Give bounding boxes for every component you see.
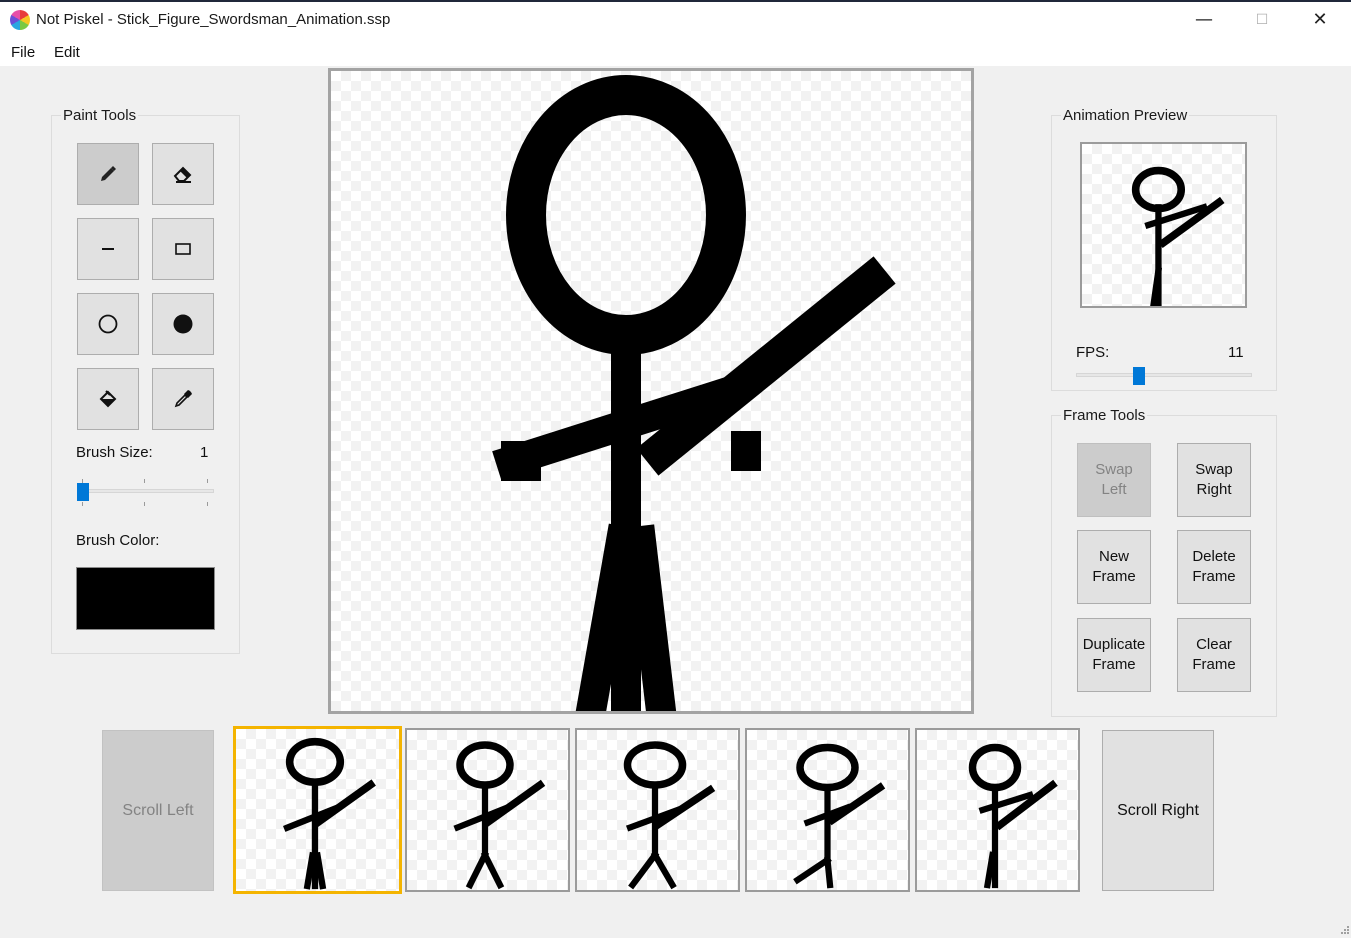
new-frame-button[interactable]: New Frame [1077, 530, 1151, 604]
frame-3-drawing [623, 741, 716, 890]
eyedropper-tool-button[interactable] [152, 368, 214, 430]
duplicate-frame-label: Duplicate Frame [1082, 636, 1146, 673]
minimize-button[interactable]: — [1175, 0, 1233, 40]
menu-edit[interactable]: Edit [54, 44, 80, 61]
scroll-right-button[interactable]: Scroll Right [1102, 730, 1214, 891]
slider-tick [82, 502, 83, 506]
paint-tools-label: Paint Tools [61, 107, 139, 124]
animation-preview-label: Animation Preview [1061, 107, 1190, 124]
frame-thumbnail-3[interactable] [575, 728, 740, 892]
brush-size-label: Brush Size: [76, 444, 153, 461]
fps-label: FPS: [1076, 344, 1110, 361]
menu-bar [0, 40, 1351, 66]
swap-right-button[interactable]: Swap Right [1177, 443, 1251, 517]
filled-circle-tool-button[interactable] [152, 293, 214, 355]
slider-tick [207, 502, 208, 506]
brush-color-swatch[interactable] [76, 567, 215, 630]
window-title: Not Piskel - Stick_Figure_Swordsman_Anim… [36, 11, 391, 28]
line-icon [102, 248, 114, 250]
rectangle-tool-button[interactable] [152, 218, 214, 280]
fps-slider[interactable] [1076, 373, 1252, 377]
eraser-tool-button[interactable] [152, 143, 214, 205]
resize-grip-icon[interactable] [1338, 925, 1350, 937]
frame-4-drawing [793, 743, 886, 889]
filled-circle-icon [173, 314, 193, 334]
brush-size-slider[interactable] [77, 489, 214, 493]
frame-2-drawing [453, 741, 546, 890]
fps-slider-thumb[interactable] [1133, 367, 1146, 385]
line-tool-button[interactable] [77, 218, 139, 280]
clear-frame-label: Clear Frame [1192, 636, 1236, 673]
preview-drawing [1131, 166, 1225, 306]
eyedropper-icon [174, 390, 192, 408]
slider-tick [144, 479, 145, 483]
frame-tools-label: Frame Tools [1061, 407, 1148, 424]
title-accent [0, 0, 1351, 2]
rectangle-icon [175, 243, 191, 255]
close-button[interactable]: ✕ [1291, 0, 1349, 40]
delete-frame-button[interactable]: Delete Frame [1177, 530, 1251, 604]
swap-left-button[interactable]: Swap Left [1077, 443, 1151, 517]
animation-preview-canvas [1080, 142, 1247, 308]
frame-1-drawing [283, 737, 376, 890]
frame-5-drawing [968, 743, 1058, 889]
circle-outline-icon [98, 314, 118, 334]
pencil-icon [101, 166, 116, 181]
clear-frame-button[interactable]: Clear Frame [1177, 618, 1251, 692]
circle-tool-button[interactable] [77, 293, 139, 355]
menu-file[interactable]: File [11, 44, 35, 61]
slider-tick [207, 479, 208, 483]
duplicate-frame-button[interactable]: Duplicate Frame [1077, 618, 1151, 692]
maximize-button[interactable]: ☐ [1233, 0, 1291, 40]
brush-size-value: 1 [200, 444, 209, 461]
canvas-drawing [492, 74, 896, 711]
frame-thumbnail-4[interactable] [745, 728, 910, 892]
new-frame-label: New Frame [1092, 548, 1136, 585]
fps-value: 11 [1228, 344, 1244, 361]
delete-frame-label: Delete Frame [1192, 548, 1236, 585]
eraser-icon [173, 166, 192, 183]
brush-size-slider-thumb[interactable] [77, 483, 89, 501]
fill-tool-button[interactable] [77, 368, 139, 430]
frame-thumbnail-1[interactable] [233, 726, 402, 894]
paint-bucket-icon [99, 390, 117, 408]
pencil-tool-button[interactable] [77, 143, 139, 205]
scroll-left-button[interactable]: Scroll Left [102, 730, 214, 891]
app-logo-icon [10, 10, 30, 30]
drawing-canvas[interactable] [328, 68, 974, 714]
swap-left-label: Swap Left [1095, 461, 1133, 498]
frame-thumbnail-5[interactable] [915, 728, 1080, 892]
brush-color-label: Brush Color: [76, 532, 160, 549]
frame-thumbnail-2[interactable] [405, 728, 570, 892]
slider-tick [144, 502, 145, 506]
swap-right-label: Swap Right [1195, 461, 1233, 498]
